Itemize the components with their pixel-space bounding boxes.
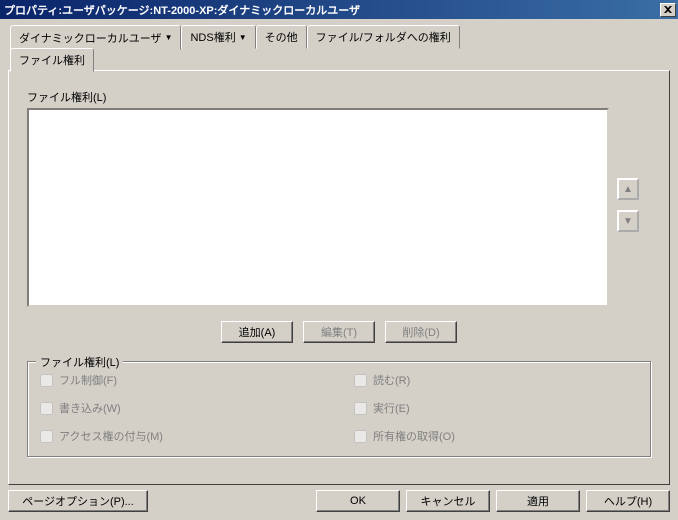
checkbox-input[interactable] bbox=[40, 374, 53, 387]
list-button-row: 追加(A) 編集(T) 削除(D) bbox=[27, 321, 651, 343]
tab-label: その他 bbox=[265, 29, 298, 45]
checkbox-execute[interactable]: 実行(E) bbox=[354, 400, 638, 416]
tab-label: ファイル権利 bbox=[19, 52, 85, 68]
add-button[interactable]: 追加(A) bbox=[221, 321, 293, 343]
button-label: 追加(A) bbox=[239, 324, 276, 340]
checkbox-grant-access[interactable]: アクセス権の付与(M) bbox=[40, 428, 324, 444]
tab-row-1: ダイナミックローカルユーザ ▼ NDS権利 ▼ その他 ファイル/フォルダへの権… bbox=[10, 25, 670, 49]
apply-button[interactable]: 適用 bbox=[496, 490, 580, 512]
file-rights-group: ファイル権利(L) フル制御(F) 読む(R) 書き込み(W) 実行(E) bbox=[27, 361, 651, 457]
tab-label: NDS権利 bbox=[190, 29, 235, 45]
page-options-button[interactable]: ページオプション(P)... bbox=[8, 490, 148, 512]
close-icon bbox=[664, 6, 672, 13]
tab-nds-rights[interactable]: NDS権利 ▼ bbox=[181, 25, 255, 49]
checkbox-input[interactable] bbox=[354, 374, 367, 387]
button-label: 削除(D) bbox=[402, 324, 439, 340]
button-label: ヘルプ(H) bbox=[604, 493, 652, 509]
file-rights-listbox[interactable] bbox=[27, 108, 609, 307]
checkbox-input[interactable] bbox=[354, 430, 367, 443]
checkbox-input[interactable] bbox=[40, 402, 53, 415]
checkbox-label: 実行(E) bbox=[373, 400, 410, 416]
tab-file-folder-rights[interactable]: ファイル/フォルダへの権利 bbox=[307, 25, 460, 49]
checkbox-label: 読む(R) bbox=[373, 372, 410, 388]
button-label: キャンセル bbox=[421, 493, 476, 509]
checkbox-read[interactable]: 読む(R) bbox=[354, 372, 638, 388]
move-down-button[interactable]: ▼ bbox=[617, 210, 639, 232]
window-body: ダイナミックローカルユーザ ▼ NDS権利 ▼ その他 ファイル/フォルダへの権… bbox=[0, 19, 678, 520]
checkbox-full-control[interactable]: フル制御(F) bbox=[40, 372, 324, 388]
checkbox-input[interactable] bbox=[40, 430, 53, 443]
button-label: ページオプション(P)... bbox=[22, 493, 134, 509]
ok-button[interactable]: OK bbox=[316, 490, 400, 512]
tab-panel: ファイル権利(L) ▲ ▼ 追加(A) 編集(T) 削除(D) ファイル権利(L… bbox=[8, 70, 670, 485]
cancel-button[interactable]: キャンセル bbox=[406, 490, 490, 512]
checkbox-label: 所有権の取得(O) bbox=[373, 428, 455, 444]
list-label: ファイル権利(L) bbox=[27, 89, 651, 105]
checkbox-label: アクセス権の付与(M) bbox=[59, 428, 163, 444]
help-button[interactable]: ヘルプ(H) bbox=[586, 490, 670, 512]
checkbox-label: フル制御(F) bbox=[59, 372, 117, 388]
tab-row-2: ファイル権利 bbox=[10, 48, 670, 71]
chevron-down-icon: ▼ bbox=[239, 33, 247, 42]
checkbox-label: 書き込み(W) bbox=[59, 400, 121, 416]
edit-button[interactable]: 編集(T) bbox=[303, 321, 375, 343]
tab-dynamic-local-user[interactable]: ダイナミックローカルユーザ ▼ bbox=[10, 25, 181, 50]
triangle-down-icon: ▼ bbox=[623, 216, 633, 227]
title-bar: プロパティ:ユーザパッケージ:NT-2000-XP:ダイナミックローカルユーザ bbox=[0, 0, 678, 19]
move-up-button[interactable]: ▲ bbox=[617, 178, 639, 200]
button-label: OK bbox=[350, 495, 366, 507]
group-legend: ファイル権利(L) bbox=[36, 354, 123, 370]
checkbox-write[interactable]: 書き込み(W) bbox=[40, 400, 324, 416]
button-label: 編集(T) bbox=[321, 324, 357, 340]
tab-label: ダイナミックローカルユーザ bbox=[19, 30, 162, 46]
tab-file-rights[interactable]: ファイル権利 bbox=[10, 48, 94, 72]
reorder-buttons: ▲ ▼ bbox=[617, 178, 639, 232]
window-title: プロパティ:ユーザパッケージ:NT-2000-XP:ダイナミックローカルユーザ bbox=[4, 2, 660, 18]
chevron-down-icon: ▼ bbox=[165, 33, 173, 42]
button-label: 適用 bbox=[527, 493, 549, 509]
tab-label: ファイル/フォルダへの権利 bbox=[316, 29, 451, 45]
close-button[interactable] bbox=[660, 3, 676, 17]
tab-other[interactable]: その他 bbox=[256, 25, 307, 49]
checkbox-take-ownership[interactable]: 所有権の取得(O) bbox=[354, 428, 638, 444]
triangle-up-icon: ▲ bbox=[623, 184, 633, 195]
checkbox-input[interactable] bbox=[354, 402, 367, 415]
dialog-button-row: ページオプション(P)... OK キャンセル 適用 ヘルプ(H) bbox=[8, 490, 670, 512]
delete-button[interactable]: 削除(D) bbox=[385, 321, 457, 343]
